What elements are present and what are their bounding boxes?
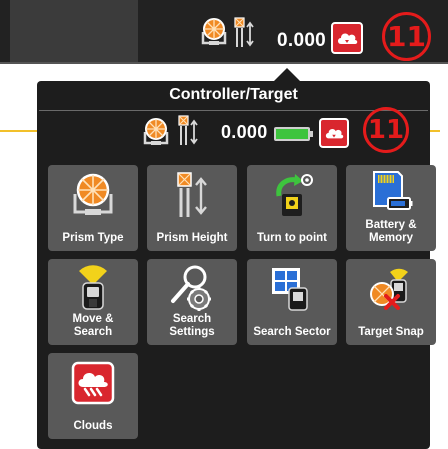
status-bar-divider [0,62,448,64]
search-sector-icon [267,265,317,313]
prism-icon [68,171,118,219]
status-bar: 0.000 11 [0,0,448,64]
battery-memory-button[interactable]: Battery & Memory [346,165,436,251]
prism-height-icon [177,115,199,152]
prism-type-button[interactable]: Prism Type [48,165,138,251]
prism-height-value: 0.000 [221,122,268,142]
controller-target-popup: Controller/Target 0.000 11 Prism Type Pr… [37,81,436,449]
cloud-icon [338,33,358,44]
popup-title: Controller/Target [169,86,298,103]
tile-label: Target Snap [358,326,424,338]
tile-label: Turn to point [256,232,328,244]
target-snap-icon [366,265,416,313]
clouds-tile-button[interactable]: Clouds [48,353,138,439]
callout-marker: 11 [363,107,409,153]
move-search-button[interactable]: Move & Search [48,259,138,345]
tile-label: Search Settings [169,313,215,338]
search-settings-icon [167,265,217,313]
clouds-icon [68,359,118,407]
prism-icon[interactable] [200,17,228,52]
prism-height-button[interactable]: Prism Height [147,165,237,251]
popup-pointer [274,68,300,81]
battery-icon [274,127,313,141]
target-snap-button[interactable]: Target Snap [346,259,436,345]
tile-label: Move & Search [72,313,114,338]
prism-icon [142,117,170,152]
status-bar-segment[interactable] [10,0,138,64]
callout-marker: 11 [382,12,431,61]
tile-label: Battery & Memory [365,219,417,244]
prism-height-icon[interactable] [233,17,255,54]
tile-label: Clouds [73,420,113,432]
prism-height-value[interactable]: 0.000 [277,30,326,52]
turn-to-point-button[interactable]: Turn to point [247,165,337,251]
clouds-button [319,118,349,148]
tile-label: Search Sector [253,326,331,338]
cloud-icon [325,128,344,139]
tile-label: Prism Height [156,232,228,244]
move-search-icon [68,265,118,313]
battery-memory-icon [366,169,416,217]
search-settings-button[interactable]: Search Settings [147,259,237,345]
tile-label: Prism Type [62,232,124,244]
turn-to-point-icon [267,171,317,219]
prism-height-icon [167,171,217,219]
clouds-button[interactable] [331,22,363,54]
search-sector-button[interactable]: Search Sector [247,259,337,345]
popup-title-divider [39,110,428,111]
